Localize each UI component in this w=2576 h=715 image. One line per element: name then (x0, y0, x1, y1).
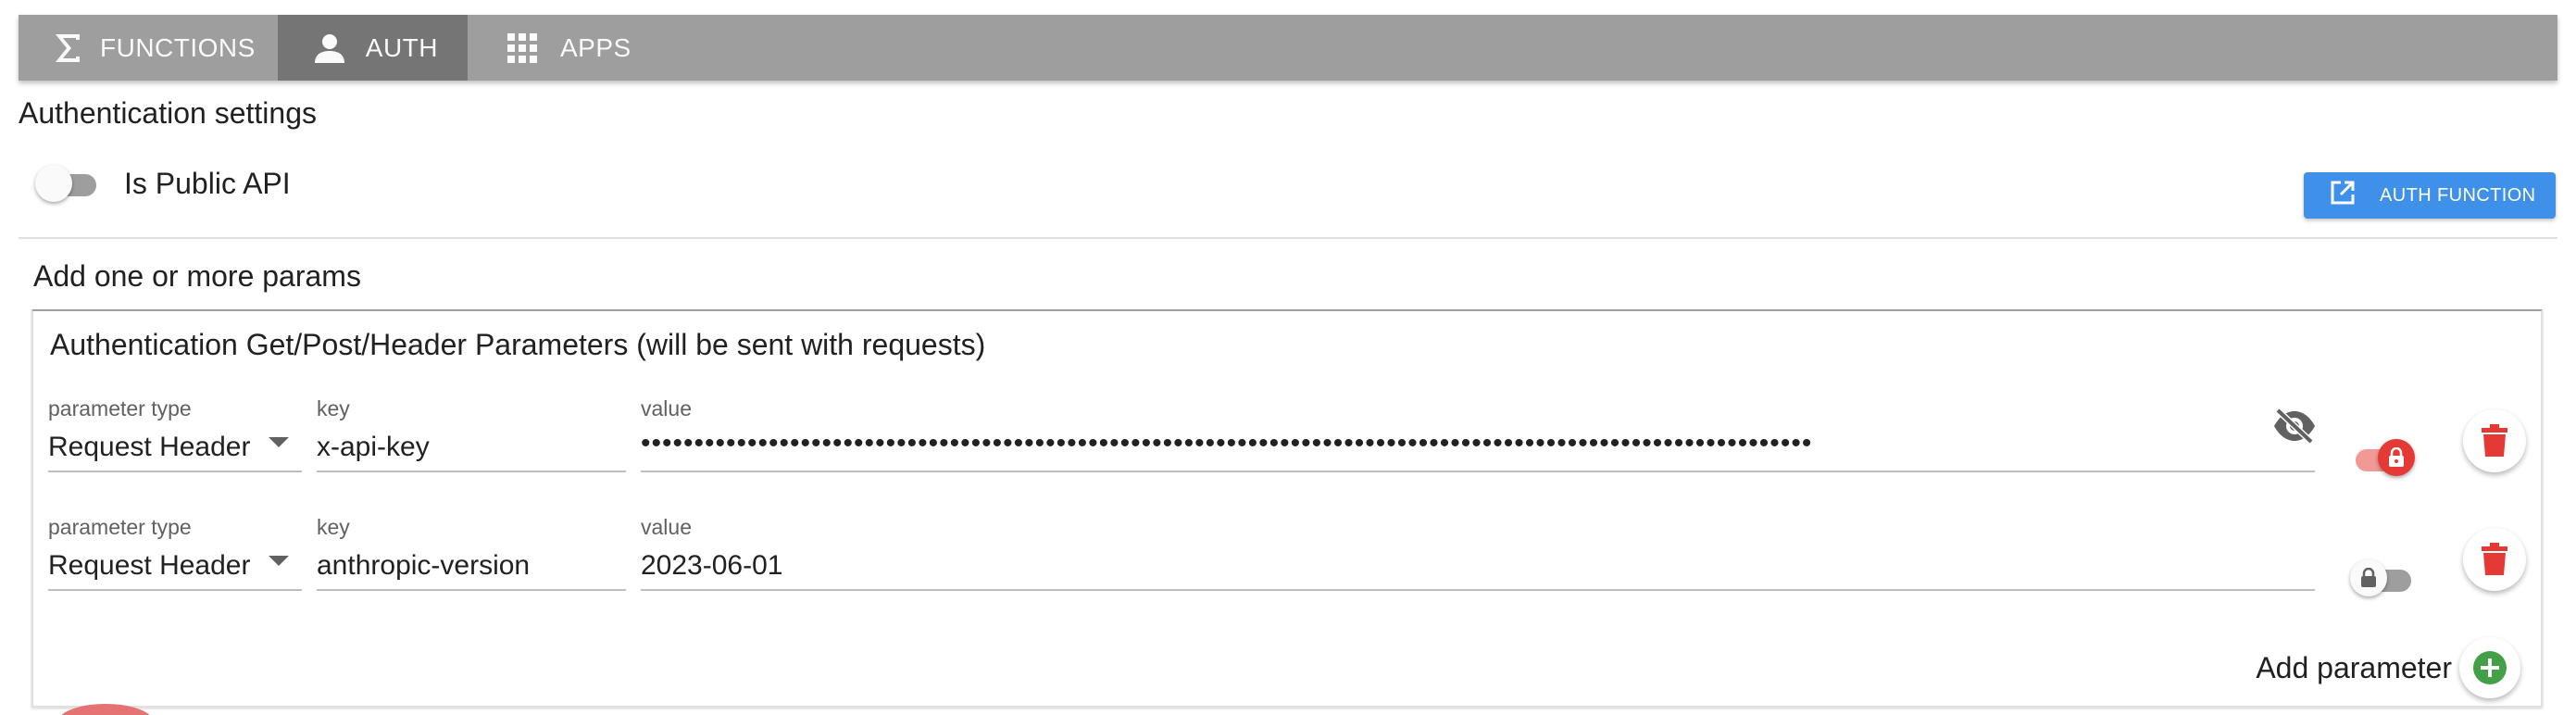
public-api-label: Is Public API (124, 166, 291, 200)
parameter-type-select[interactable]: parameter type Request Header (48, 515, 302, 591)
key-value: anthropic-version (317, 550, 531, 581)
add-parameter-button[interactable]: Add parameter (2256, 637, 2520, 698)
params-card-title: Authentication Get/Post/Header Parameter… (50, 328, 986, 361)
app-root: FUNCTIONS AUTH APPS Authentication setti… (0, 0, 2576, 715)
delete-row-button[interactable] (2463, 528, 2526, 591)
field-underline (317, 470, 626, 472)
dropdown-caret-icon (269, 556, 289, 566)
value-field[interactable]: value ••••••••••••••••••••••••••••••••••… (641, 396, 2315, 472)
parameter-type-value: Request Header (48, 550, 251, 581)
params-card: Authentication Get/Post/Header Parameter… (31, 309, 2543, 708)
parameter-type-value: Request Header (48, 432, 251, 462)
trash-icon (2482, 424, 2507, 457)
auth-function-button[interactable]: AUTH FUNCTION (2304, 172, 2556, 219)
key-field[interactable]: key x-api-key (317, 396, 626, 472)
masked-value: ••••••••••••••••••••••••••••••••••••••••… (641, 428, 1813, 458)
add-parameter-label: Add parameter (2256, 650, 2452, 684)
delete-row-button[interactable] (2463, 409, 2526, 472)
field-underline (641, 470, 2315, 472)
parameter-type-label: parameter type (48, 396, 192, 420)
parameter-type-label: parameter type (48, 515, 192, 539)
tab-label: FUNCTIONS (100, 32, 256, 62)
tab-label: AUTH (365, 32, 438, 62)
lock-icon (2350, 559, 2387, 596)
tab-label: APPS (560, 32, 631, 62)
value-label: value (641, 515, 692, 539)
apps-grid-icon (503, 29, 542, 68)
trash-icon (2482, 543, 2507, 575)
key-label: key (317, 396, 350, 420)
secret-lock-switch[interactable] (2350, 558, 2417, 600)
switch-thumb (35, 165, 72, 202)
key-field[interactable]: key anthropic-version (317, 515, 626, 591)
auth-function-label: AUTH FUNCTION (2380, 184, 2536, 206)
field-underline (48, 470, 302, 472)
value-label: value (641, 396, 692, 420)
divider (19, 237, 2557, 239)
params-heading: Add one or more params (33, 259, 361, 293)
open-in-new-icon (2330, 180, 2356, 211)
visibility-off-icon[interactable] (2272, 408, 2317, 449)
parameter-type-select[interactable]: parameter type Request Header (48, 396, 302, 472)
public-api-toggle-row: Is Public API (35, 163, 291, 204)
key-value: x-api-key (317, 432, 430, 462)
tab-apps[interactable]: APPS (468, 15, 661, 81)
secret-lock-switch[interactable] (2350, 437, 2417, 480)
value-text: 2023-06-01 (641, 550, 783, 581)
field-underline (317, 589, 626, 591)
top-tab-bar: FUNCTIONS AUTH APPS (19, 15, 2557, 81)
tab-functions[interactable]: FUNCTIONS (19, 15, 278, 81)
add-circle-icon (2459, 637, 2520, 698)
lock-icon (2378, 439, 2415, 476)
value-field[interactable]: value 2023-06-01 (641, 515, 2315, 591)
field-underline (48, 589, 302, 591)
key-label: key (317, 515, 350, 539)
sigma-icon (54, 29, 81, 68)
tab-auth[interactable]: AUTH (278, 15, 468, 81)
person-icon (313, 29, 347, 68)
field-underline (641, 589, 2315, 591)
auth-settings-title: Authentication settings (19, 96, 317, 130)
dropdown-caret-icon (269, 437, 289, 447)
public-api-switch[interactable] (35, 163, 102, 204)
